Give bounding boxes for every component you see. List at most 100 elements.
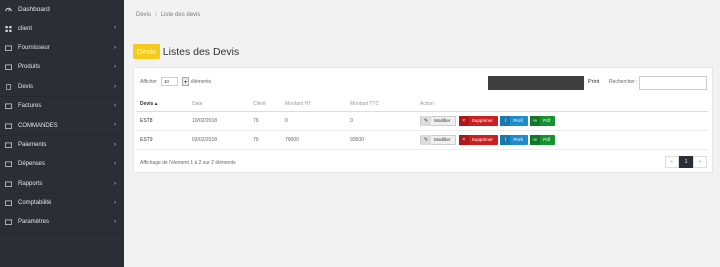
export-button[interactable] xyxy=(488,76,584,90)
table-header-row: Devis ▴ Date Client Montant HT Montant T… xyxy=(136,97,708,112)
folder-icon xyxy=(5,64,12,71)
cell-client: 79 xyxy=(249,111,281,131)
sidebar-item-devis[interactable]: Devis › xyxy=(0,78,124,97)
devis-table: Devis ▴ Date Client Montant HT Montant T… xyxy=(136,97,708,150)
edit-button[interactable]: ✎ Modifier xyxy=(420,115,457,126)
link-icon: ∞ xyxy=(530,134,541,145)
sidebar-item-factures[interactable]: Factures › xyxy=(0,97,124,117)
close-icon: × xyxy=(458,115,469,126)
sidebar-item-label: Paramètres xyxy=(18,219,50,226)
cell-devis: EST8 xyxy=(136,111,188,131)
chevron-right-icon: › xyxy=(114,180,116,187)
show-label: Afficher xyxy=(140,78,157,85)
search-input[interactable] xyxy=(639,76,707,90)
breadcrumb-separator: / xyxy=(155,12,157,18)
cell-devis: EST9 xyxy=(136,130,188,150)
proforma-button[interactable]: i Profi xyxy=(500,134,528,145)
sidebar-item-produits[interactable]: Produits › xyxy=(0,58,124,78)
folder-icon xyxy=(5,161,12,168)
sidebar-item-dashboard[interactable]: Dashboard xyxy=(0,0,124,20)
breadcrumb-root[interactable]: Devis xyxy=(136,12,151,18)
chevron-right-icon: › xyxy=(114,64,116,71)
cell-date: 03/02/2018 xyxy=(188,130,249,150)
sidebar-item-fournisseur[interactable]: Fournisseur › xyxy=(0,39,124,59)
pagination-next-button[interactable]: › xyxy=(693,156,707,168)
folder-icon xyxy=(5,45,12,51)
table-row: EST9 03/02/2018 79 79000 93500 ✎ Modifier… xyxy=(136,130,708,150)
cell-actions: ✎ Modifier × Supprimer i Profi ∞ Pdf xyxy=(416,111,708,131)
column-header-client[interactable]: Client xyxy=(249,97,281,112)
folder-icon xyxy=(5,219,12,226)
cell-actions: ✎ Modifier × Supprimer i Profi ∞ Pdf xyxy=(416,130,708,150)
sidebar-item-label: Devis xyxy=(18,83,34,90)
page-size-select[interactable]: 10 xyxy=(160,77,178,86)
column-header-date[interactable]: Date xyxy=(188,97,249,112)
sidebar-item-label: Fournisseur xyxy=(18,44,50,51)
sidebar-item-rapports[interactable]: Rapports › xyxy=(0,175,124,194)
cell-montant-ttc: 93500 xyxy=(346,130,416,150)
page-title: Listes des Devis xyxy=(162,45,240,58)
proforma-button[interactable]: i Profi xyxy=(500,115,528,126)
sidebar-item-label: Paiements xyxy=(18,141,47,148)
chevron-right-icon: › xyxy=(114,83,116,90)
pagination-prev-button[interactable]: ‹ xyxy=(665,156,679,168)
folder-icon xyxy=(5,181,12,187)
sidebar-item-client[interactable]: client › xyxy=(0,19,124,39)
cell-date: 10/02/2018 xyxy=(188,111,249,131)
table-row: EST8 10/02/2018 79 0 0 ✎ Modifier × Suppri… xyxy=(136,111,708,131)
breadcrumb-current: Liste des devis xyxy=(160,12,201,18)
sort-asc-icon: ▴ xyxy=(154,100,158,107)
devis-panel: Afficher 10 éléments ▾ Print Rechercher … xyxy=(133,67,713,173)
pencil-icon: ✎ xyxy=(421,134,431,145)
sidebar-item-parametres[interactable]: Paramètres › xyxy=(0,213,124,233)
pdf-button[interactable]: ∞ Pdf xyxy=(530,115,556,126)
cell-client: 79 xyxy=(249,130,281,150)
sidebar-item-label: Dépenses xyxy=(18,161,46,168)
print-button[interactable]: Print xyxy=(588,79,599,85)
column-header-action: Action xyxy=(416,97,708,112)
sidebar: Dashboard client › Fournisseur › Produit… xyxy=(0,0,124,267)
column-header-montant-ttc[interactable]: Montant TTC xyxy=(346,97,416,112)
sidebar-item-label: client xyxy=(18,25,33,32)
chevron-right-icon: › xyxy=(114,161,116,168)
sidebar-item-label: Comptabilité xyxy=(18,200,52,207)
cell-montant-ttc: 0 xyxy=(346,111,416,131)
sidebar-item-comptabilite[interactable]: Comptabilité › xyxy=(0,194,124,214)
pagination-page-button[interactable]: 1 xyxy=(679,156,693,168)
sidebar-item-label: Factures xyxy=(18,103,42,110)
folder-icon xyxy=(5,142,12,148)
chevron-down-icon[interactable]: ▾ xyxy=(182,77,189,86)
edit-button[interactable]: ✎ Modifier xyxy=(420,134,457,145)
chevron-right-icon: › xyxy=(114,219,116,226)
folder-icon xyxy=(5,123,12,129)
close-icon: × xyxy=(458,134,469,145)
cell-montant-ht: 79000 xyxy=(281,130,346,150)
sidebar-item-label: COMMANDES xyxy=(18,122,58,129)
info-icon: i xyxy=(500,115,511,126)
sidebar-item-paiements[interactable]: Paiements › xyxy=(0,136,124,156)
entries-label: éléments xyxy=(190,78,212,85)
info-icon: i xyxy=(500,134,511,145)
delete-button[interactable]: × Supprimer xyxy=(458,134,498,145)
chevron-right-icon: › xyxy=(114,199,116,206)
pagination: ‹ 1 › xyxy=(665,156,707,168)
sidebar-item-label: Rapports xyxy=(18,180,43,187)
chevron-right-icon: › xyxy=(114,44,116,51)
pdf-button[interactable]: ∞ Pdf xyxy=(530,134,556,145)
column-header-montant-ht[interactable]: Montant HT xyxy=(281,97,346,112)
column-header-devis[interactable]: Devis ▴ xyxy=(136,97,188,112)
breadcrumb: Devis / Liste des devis xyxy=(136,12,200,18)
dashboard-icon xyxy=(5,6,12,12)
page-header: Devis Listes des Devis xyxy=(133,44,239,59)
chevron-right-icon: › xyxy=(114,102,116,109)
sidebar-item-depenses[interactable]: Dépenses › xyxy=(0,155,124,175)
sidebar-item-label: Produits xyxy=(18,64,41,71)
delete-button[interactable]: × Supprimer xyxy=(458,115,498,126)
chevron-right-icon: › xyxy=(114,122,116,129)
document-icon xyxy=(5,83,12,90)
pencil-icon: ✎ xyxy=(421,115,431,126)
sidebar-item-commandes[interactable]: COMMANDES › xyxy=(0,116,124,136)
page-length-control: Afficher 10 éléments xyxy=(140,77,211,86)
folder-icon xyxy=(5,200,12,206)
link-icon: ∞ xyxy=(530,115,541,126)
